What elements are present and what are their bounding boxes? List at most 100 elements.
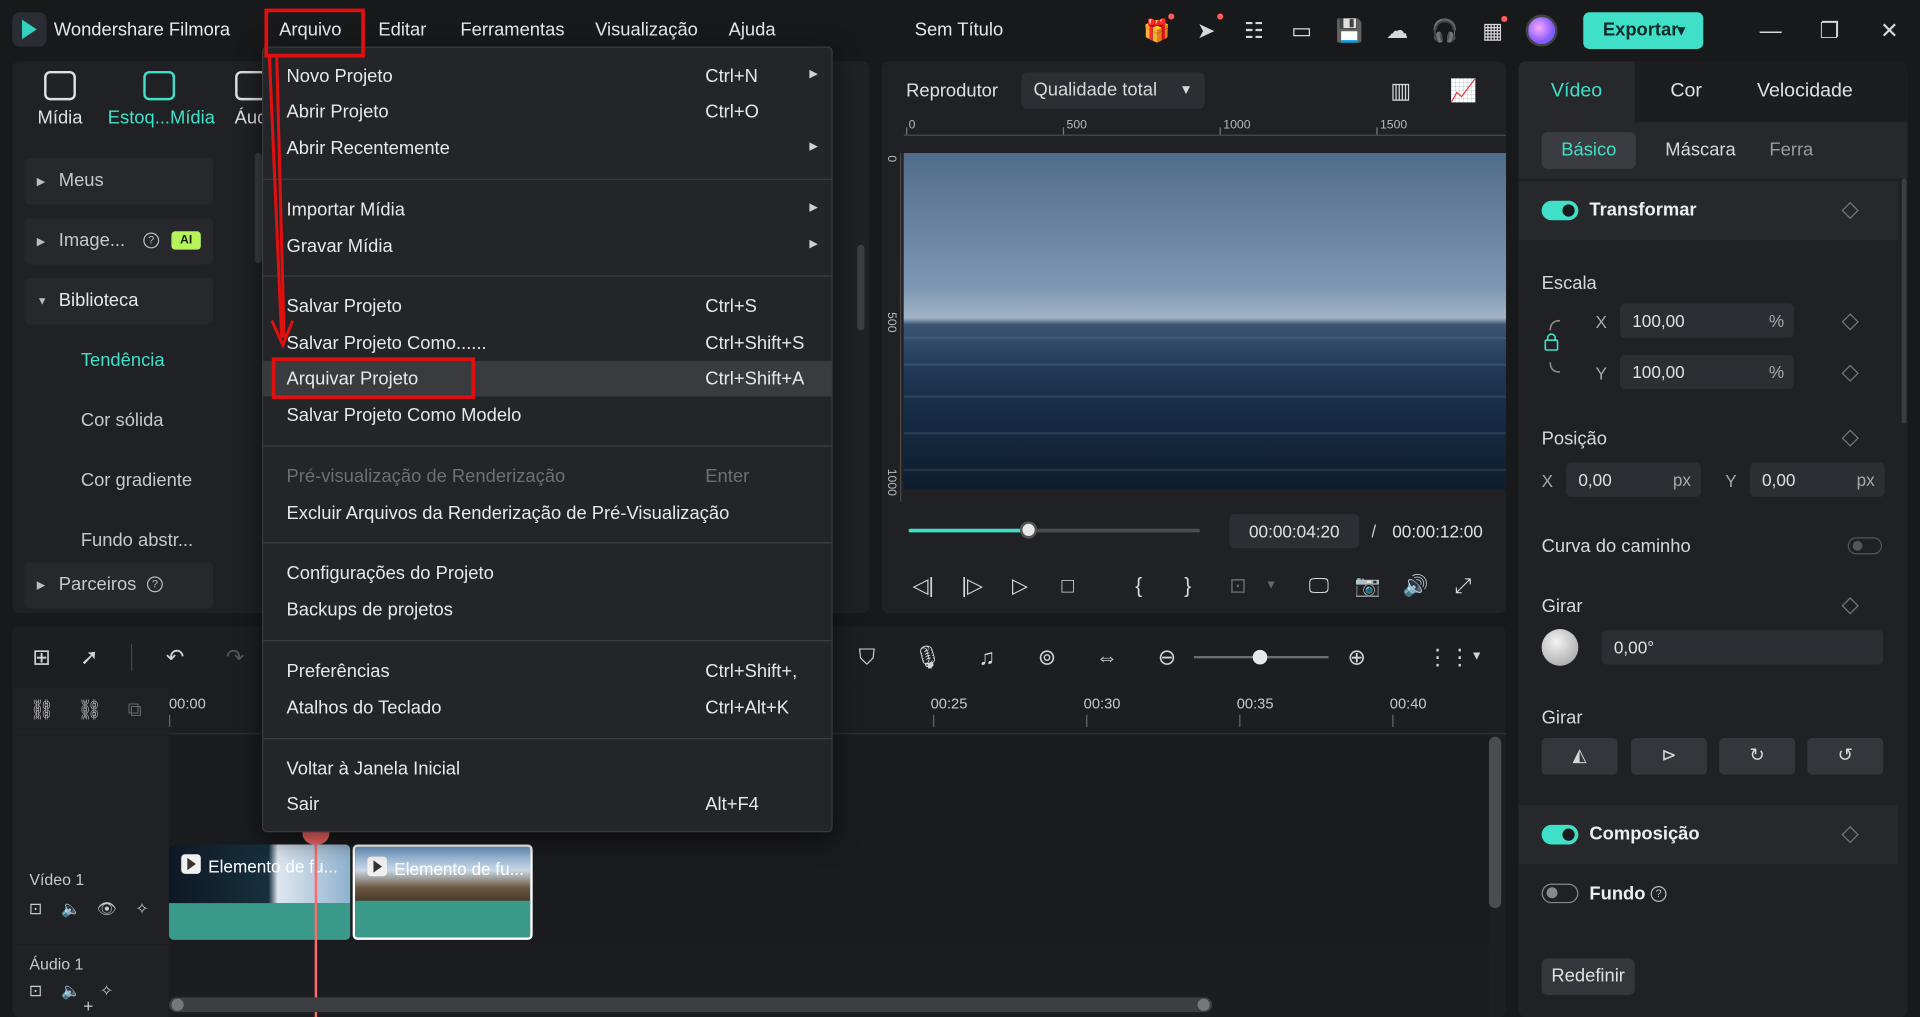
video-preview[interactable] [903, 152, 1507, 490]
volume-icon[interactable]: 🔈 [61, 982, 81, 1002]
keyframe-diamond-icon[interactable] [1841, 825, 1859, 844]
headset-icon[interactable]: 🎧 [1430, 16, 1459, 45]
keyframe-diamond-icon[interactable] [1841, 313, 1859, 331]
background-toggle[interactable] [1541, 883, 1579, 904]
rotate-input[interactable]: 0,00° [1601, 630, 1884, 665]
user-avatar[interactable] [1525, 14, 1558, 47]
lock-ratio-icon[interactable] [1543, 316, 1570, 377]
subtab-mask[interactable]: Máscara [1646, 132, 1756, 169]
fit-timeline-icon[interactable]: ⇔ [1093, 644, 1120, 671]
quality-select[interactable]: Qualidade total ▼ [1021, 72, 1205, 109]
nav-scrollbar[interactable] [254, 152, 263, 264]
help-icon[interactable]: ? [1650, 886, 1667, 902]
tab-video[interactable]: Vídeo [1518, 61, 1635, 123]
menu-configuracoes-projeto[interactable]: Configurações do Projeto [263, 556, 831, 591]
help-icon[interactable]: ? [146, 576, 163, 593]
next-frame-icon[interactable]: |▷ [959, 573, 986, 600]
gift-icon[interactable]: 🎁 [1142, 16, 1171, 45]
scale-x-input[interactable]: 100,00 % [1620, 303, 1794, 338]
play-icon[interactable]: ▷ [1007, 573, 1034, 600]
menu-voltar-janela-inicial[interactable]: Voltar à Janela Inicial [263, 751, 831, 786]
select-tool-icon[interactable]: ➚ [76, 644, 103, 671]
help-icon[interactable]: ? [143, 232, 160, 249]
video-clip-selected[interactable]: Elemento de fu... [352, 844, 533, 940]
nav-images[interactable]: ▶ Image... ? AI [24, 217, 214, 265]
layout-icon[interactable]: ▭ [1287, 16, 1316, 45]
pos-y-input[interactable]: 0,00 px [1749, 462, 1885, 497]
send-icon[interactable]: ➤ [1191, 16, 1220, 45]
menu-ajuda[interactable]: Ajuda [729, 20, 776, 41]
fullscreen-icon[interactable]: ⤢ [1450, 573, 1477, 600]
nav-cor-solida[interactable]: Cor sólida [81, 410, 164, 431]
keyframe-diamond-icon[interactable] [1841, 201, 1859, 220]
subtab-tools[interactable]: Ferra [1750, 132, 1833, 169]
menu-abrir-projeto[interactable]: Abrir Projeto Ctrl+O [263, 94, 831, 129]
display-icon[interactable]: 🖵 [1305, 573, 1332, 600]
redo-icon[interactable]: ↷ [222, 644, 249, 671]
compare-view-icon[interactable]: ▥ [1386, 76, 1415, 105]
properties-scrollbar[interactable] [1901, 178, 1907, 424]
close-icon[interactable]: ✕ [1872, 15, 1906, 47]
menu-salvar-modelo[interactable]: Salvar Projeto Como Modelo [263, 398, 831, 433]
save-icon[interactable]: 💾 [1335, 16, 1364, 45]
nav-biblioteca[interactable]: ▼ Biblioteca [24, 277, 214, 325]
rotate-dial[interactable] [1541, 629, 1579, 666]
magic-wand-icon[interactable]: ✧ [97, 982, 117, 1002]
cloud-upload-icon[interactable]: ☁ [1382, 16, 1411, 45]
lock-icon[interactable]: ⊡ [26, 900, 46, 920]
media-scrollbar[interactable] [857, 244, 865, 331]
timeline-horizontal-scrollbar[interactable] [168, 997, 1213, 1013]
menu-importar-midia[interactable]: Importar Mídia ▶ [263, 192, 831, 227]
flip-vertical-button[interactable]: ⊳ [1631, 737, 1707, 775]
nav-fundo-abstrato[interactable]: Fundo abstr... [81, 530, 193, 551]
layout-grid-icon[interactable]: ⊞ [28, 644, 55, 671]
timeline-vertical-scrollbar[interactable] [1488, 736, 1502, 909]
snapshot-marker-icon[interactable]: ⊡ [1224, 573, 1251, 600]
menu-visualizacao[interactable]: Visualização [595, 20, 698, 41]
menu-sair[interactable]: Sair Alt+F4 [263, 787, 831, 822]
current-time[interactable]: 00:00:04:20 [1229, 514, 1360, 549]
microphone-icon[interactable]: 🎙 [913, 644, 941, 671]
path-curve-toggle[interactable] [1847, 537, 1883, 555]
minimize-icon[interactable]: — [1753, 15, 1787, 47]
lock-icon[interactable]: ⊡ [26, 982, 46, 1002]
scroll-handle-left[interactable] [171, 998, 184, 1011]
reset-button[interactable]: Redefinir [1541, 958, 1635, 995]
video-clip[interactable]: Elemento de fu... [168, 844, 351, 940]
menu-gravar-midia[interactable]: Gravar Mídia ▶ [263, 229, 831, 264]
task-list-icon[interactable]: ☷ [1239, 16, 1268, 45]
composition-toggle[interactable] [1541, 824, 1579, 845]
chevron-down-icon[interactable]: ▼ [1463, 644, 1490, 671]
mark-out-icon[interactable]: } [1174, 573, 1201, 600]
tab-color[interactable]: Cor [1646, 61, 1727, 122]
tab-stock-media[interactable]: Estoq...Mídia [108, 70, 215, 129]
shield-icon[interactable]: ⛉ [853, 644, 880, 671]
menu-backups[interactable]: Backups de projetos [263, 592, 831, 627]
render-preview-icon[interactable]: ⊚ [1033, 644, 1060, 671]
scale-y-input[interactable]: 100,00 % [1620, 354, 1794, 390]
menu-preferencias[interactable]: Preferências Ctrl+Shift+, [263, 654, 831, 689]
flip-horizontal-button[interactable]: ◭ [1541, 737, 1618, 775]
menu-novo-projeto[interactable]: Novo Projeto Ctrl+N ▶ [263, 59, 831, 94]
playback-progress[interactable] [908, 521, 1201, 539]
scopes-icon[interactable]: 📈 [1449, 76, 1478, 105]
link-icon[interactable]: ⛓ [77, 701, 102, 721]
menu-salvar-projeto[interactable]: Salvar Projeto Ctrl+S [263, 289, 831, 324]
stop-icon[interactable]: □ [1054, 573, 1081, 600]
zoom-knob[interactable] [1252, 649, 1268, 665]
group-icon[interactable]: ⧉ [125, 701, 145, 721]
nav-cor-gradiente[interactable]: Cor gradiente [81, 470, 192, 491]
keyframe-diamond-icon[interactable] [1841, 429, 1859, 447]
tab-media[interactable]: Mídia [37, 70, 84, 129]
eye-icon[interactable]: 👁 [97, 900, 117, 920]
pos-x-input[interactable]: 0,00 px [1566, 462, 1701, 497]
mark-in-icon[interactable]: { [1125, 573, 1152, 600]
menu-excluir-renderizacao[interactable]: Excluir Arquivos da Renderização de Pré-… [263, 496, 831, 531]
tab-speed[interactable]: Velocidade [1746, 61, 1864, 122]
rotate-left-button[interactable]: ↺ [1807, 737, 1884, 775]
progress-knob[interactable] [1019, 521, 1037, 539]
playhead[interactable] [314, 837, 318, 1017]
volume-icon[interactable]: 🔊 [1402, 573, 1429, 600]
export-button[interactable]: Exportar ▼ [1583, 12, 1704, 49]
music-list-icon[interactable]: ♫ [973, 644, 1000, 671]
